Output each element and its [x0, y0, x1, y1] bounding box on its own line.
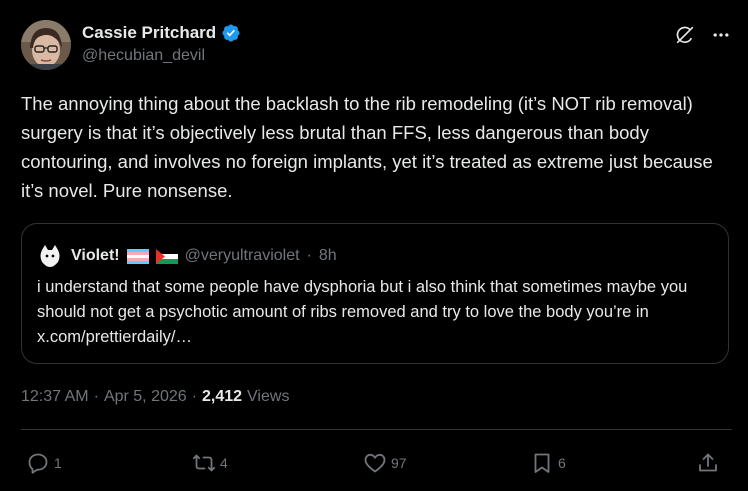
author-display-name[interactable]: Cassie Pritchard — [82, 23, 216, 43]
quoted-post-text: i understand that some people have dysph… — [37, 278, 688, 346]
action-bar: 1 4 97 6 — [26, 451, 726, 477]
quoted-author-handle: @veryultraviolet — [184, 247, 300, 264]
post-text: The annoying thing about the backlash to… — [21, 93, 713, 201]
post-meta: 12:37 AM · Apr 5, 2026 · 2,412 Views — [21, 388, 289, 406]
quoted-post[interactable]: Violet! @veryultraviolet · 8h i understa… — [21, 223, 729, 364]
like-button[interactable]: 97 — [363, 451, 407, 475]
more-options-icon[interactable] — [710, 24, 732, 46]
quoted-post-header: Violet! @veryultraviolet · 8h — [36, 242, 337, 270]
header-actions — [674, 24, 732, 46]
bookmark-count: 6 — [558, 455, 566, 471]
post-date[interactable]: Apr 5, 2026 — [104, 388, 187, 406]
author-handle[interactable]: @hecubian_devil — [82, 47, 241, 65]
quoted-separator: · — [306, 247, 312, 264]
divider — [21, 429, 732, 430]
repost-icon — [192, 451, 216, 475]
quoted-time: 8h — [318, 247, 337, 264]
verified-badge-icon[interactable] — [221, 23, 241, 43]
like-count: 97 — [391, 455, 407, 471]
grok-icon[interactable] — [674, 24, 696, 46]
author-avatar[interactable] — [21, 20, 71, 70]
name-row: Cassie Pritchard — [82, 23, 241, 43]
reply-icon — [26, 451, 50, 475]
meta-separator: · — [191, 388, 197, 405]
meta-separator: · — [93, 388, 99, 405]
bookmark-button[interactable]: 6 — [530, 451, 566, 475]
post-header: Cassie Pritchard @hecubian_devil — [21, 20, 732, 70]
share-button[interactable] — [696, 451, 720, 475]
quoted-author-avatar[interactable] — [36, 242, 64, 270]
reply-count: 1 — [54, 455, 62, 471]
share-icon — [696, 451, 720, 475]
palestine-flag-icon — [155, 248, 178, 264]
author-names: Cassie Pritchard @hecubian_devil — [82, 23, 241, 65]
repost-button[interactable]: 4 — [192, 451, 228, 475]
heart-icon — [363, 451, 387, 475]
trans-flag-icon — [126, 248, 149, 264]
quoted-author-name: Violet! — [71, 247, 120, 264]
repost-count: 4 — [220, 455, 228, 471]
post-time[interactable]: 12:37 AM — [21, 388, 89, 406]
post: Cassie Pritchard @hecubian_devil The ann… — [0, 0, 748, 491]
views-count: 2,412 — [202, 388, 243, 405]
reply-button[interactable]: 1 — [26, 451, 62, 475]
views-label: Views — [247, 388, 290, 405]
bookmark-icon — [530, 451, 554, 475]
